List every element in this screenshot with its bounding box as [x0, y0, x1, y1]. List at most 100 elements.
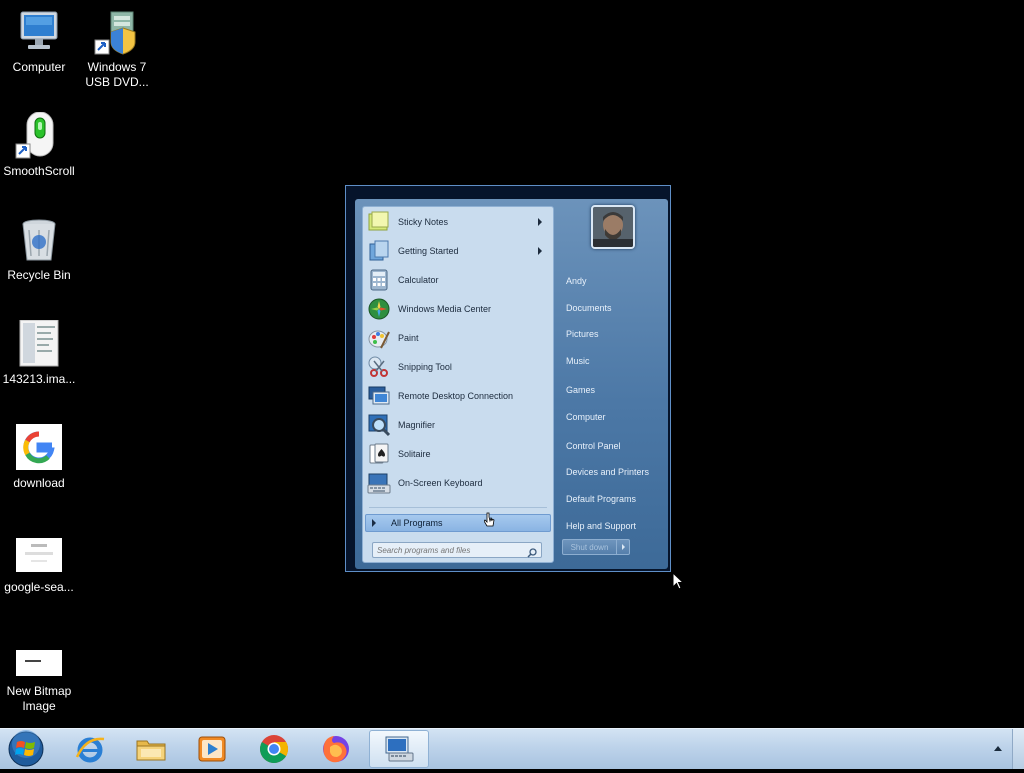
program-item-paint[interactable]: Paint [366, 324, 550, 352]
all-programs-arrow-icon [372, 519, 376, 527]
hand-cursor-icon [484, 512, 495, 527]
link-user-folder[interactable]: Andy [566, 276, 587, 286]
desktop-icon-smoothscroll[interactable]: SmoothScroll [1, 111, 77, 179]
link-default-programs[interactable]: Default Programs [566, 494, 636, 504]
shutdown-options-button[interactable] [617, 539, 630, 555]
bitmap-file-icon [15, 640, 63, 680]
show-desktop-button[interactable] [1012, 729, 1024, 769]
link-devices-and-printers[interactable]: Devices and Printers [566, 467, 649, 477]
desktop-icon-label: SmoothScroll [3, 164, 75, 178]
start-button[interactable] [6, 730, 46, 768]
shutdown-group: Shut down [562, 539, 632, 555]
desktop-icon-label: Windows 7 USB DVD... [85, 60, 149, 89]
program-item-sticky-notes[interactable]: Sticky Notes [366, 208, 550, 236]
program-item-magnifier[interactable]: Magnifier [366, 411, 550, 439]
desktop-icon-label: New Bitmap Image [6, 684, 72, 713]
program-label: Remote Desktop Connection [398, 391, 514, 401]
installer-icon [93, 8, 141, 56]
link-help-and-support[interactable]: Help and Support [566, 521, 636, 531]
user-photo-icon [593, 207, 633, 247]
search-icon[interactable] [527, 545, 537, 563]
search-input[interactable] [377, 543, 517, 557]
getting-started-icon [367, 239, 391, 263]
link-documents[interactable]: Documents [566, 303, 612, 313]
desktop-icon-label: 143213.ima... [2, 372, 76, 386]
programs-panel: Sticky Notes Getting Started Calculator [362, 206, 554, 563]
snipping-tool-icon [367, 355, 391, 379]
taskbar-remote-desktop[interactable] [369, 730, 429, 768]
menu-separator [369, 507, 547, 508]
sticky-notes-icon [367, 210, 391, 234]
desktop-icon-label: Recycle Bin [7, 268, 71, 282]
show-hidden-icons-button[interactable] [994, 746, 1002, 751]
internet-explorer-icon [75, 737, 105, 763]
program-label: Getting Started [398, 246, 459, 256]
taskbar-internet-explorer[interactable] [62, 730, 118, 768]
user-avatar[interactable] [591, 205, 635, 249]
program-item-calculator[interactable]: Calculator [366, 266, 550, 294]
desktop-icon-label: google-sea... [4, 580, 74, 594]
recycle-bin-icon [15, 216, 63, 264]
calculator-icon [367, 268, 391, 292]
taskbar [0, 728, 1024, 769]
desktop-icon-computer[interactable]: Computer [1, 8, 77, 75]
link-games[interactable]: Games [566, 385, 595, 395]
webpage-thumbnail-icon [15, 528, 63, 576]
media-center-icon [367, 297, 391, 321]
shutdown-button[interactable]: Shut down [562, 539, 617, 555]
google-logo-icon [15, 424, 63, 472]
remote-desktop-icon [367, 384, 391, 408]
taskbar-firefox[interactable] [308, 730, 364, 768]
taskbar-media-player[interactable] [184, 730, 240, 768]
solitaire-icon [367, 442, 391, 466]
magnifier-icon [367, 413, 391, 437]
link-pictures[interactable]: Pictures [566, 329, 599, 339]
desktop-icon-label: download [13, 476, 65, 490]
program-item-solitaire[interactable]: Solitaire [366, 440, 550, 468]
link-computer[interactable]: Computer [566, 412, 606, 422]
program-item-windows-media-center[interactable]: Windows Media Center [366, 295, 550, 323]
start-search-box[interactable] [372, 542, 542, 558]
all-programs-button[interactable]: All Programs [365, 514, 551, 532]
taskbar-chrome[interactable] [246, 730, 302, 768]
desktop-icon-143213-image[interactable]: 143213.ima... [1, 319, 77, 387]
desktop-icon-recycle-bin[interactable]: Recycle Bin [1, 216, 77, 283]
start-menu: Sticky Notes Getting Started Calculator [345, 185, 671, 572]
program-label: Calculator [398, 275, 439, 285]
desktop-icon-google-search[interactable]: google-sea... [1, 528, 77, 595]
program-label: On-Screen Keyboard [398, 478, 483, 488]
link-music[interactable]: Music [566, 356, 590, 366]
desktop-icon-label: Computer [12, 60, 66, 74]
submenu-arrow-icon[interactable] [538, 247, 542, 255]
program-label: Sticky Notes [398, 217, 449, 227]
image-file-icon [15, 319, 63, 368]
start-menu-frame: Sticky Notes Getting Started Calculator [355, 199, 668, 569]
pointer-cursor-icon [672, 572, 684, 590]
chrome-icon [260, 735, 288, 763]
program-item-snipping-tool[interactable]: Snipping Tool [366, 353, 550, 381]
desktop-icon-download[interactable]: download [1, 424, 77, 491]
remote-desktop-taskbar-icon [385, 736, 414, 762]
places-panel: Andy Documents Pictures Music Games Comp… [558, 199, 666, 569]
media-player-icon [198, 736, 226, 762]
keyboard-icon [367, 471, 391, 495]
desktop-icon-windows7-usb-dvd[interactable]: Windows 7 USB DVD... [79, 8, 155, 90]
taskbar-file-explorer[interactable] [123, 730, 179, 768]
program-label: Snipping Tool [398, 362, 452, 372]
paint-icon [367, 326, 391, 350]
program-label: Magnifier [398, 420, 436, 430]
all-programs-label: All Programs [391, 518, 443, 528]
program-item-on-screen-keyboard[interactable]: On-Screen Keyboard [366, 469, 550, 497]
chevron-right-icon [621, 544, 625, 550]
desktop-icon-new-bitmap-image[interactable]: New Bitmap Image [1, 640, 77, 714]
windows-logo-icon [8, 730, 44, 767]
firefox-icon [323, 736, 349, 763]
program-item-getting-started[interactable]: Getting Started [366, 237, 550, 265]
program-item-remote-desktop[interactable]: Remote Desktop Connection [366, 382, 550, 410]
desktop: Computer Windows 7 USB DVD... SmoothScro… [0, 0, 1024, 728]
file-explorer-icon [136, 740, 166, 761]
program-label: Paint [398, 333, 419, 343]
submenu-arrow-icon[interactable] [538, 218, 542, 226]
computer-icon [15, 8, 63, 56]
link-control-panel[interactable]: Control Panel [566, 441, 621, 451]
